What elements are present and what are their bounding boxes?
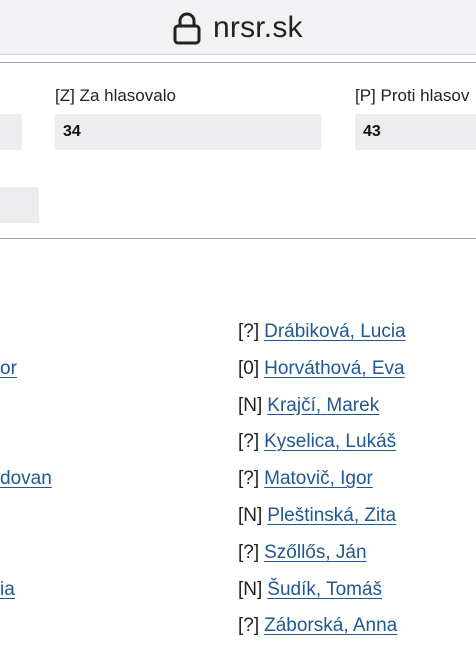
proti-label: [P] Proti hlasov xyxy=(355,86,470,105)
deputy-list-item: [0] Horváthová, Eva xyxy=(238,358,405,380)
deputy-link[interactable]: Záborská, Anna xyxy=(264,615,397,636)
deputy-list-item: [?] Drábiková, Lucia xyxy=(238,321,406,343)
deputy-list-item: [?] Matovič, Igor xyxy=(238,468,373,490)
deputy-link[interactable]: Horváthová, Eva xyxy=(264,358,404,379)
deputy-link[interactable]: Matovič, Igor xyxy=(264,468,373,489)
vote-code: [?] xyxy=(238,541,260,563)
deputy-link[interactable]: Szőllős, Ján xyxy=(264,542,366,563)
deputy-list-item: [?] Kyselica, Lukáš xyxy=(238,431,396,453)
vote-code: [N] xyxy=(238,394,263,416)
za-label: [Z] Za hlasovalo xyxy=(55,86,176,105)
deputy-list-item: [?] Záborská, Anna xyxy=(238,615,397,637)
vote-code: [?] xyxy=(238,431,260,453)
deputy-list-item: [N] Šudík, Tomáš xyxy=(238,579,382,601)
deputy-link[interactable]: Šudík, Tomáš xyxy=(267,579,382,600)
vote-code: [N] xyxy=(238,578,263,600)
deputy-list-item: [N] Krajčí, Marek xyxy=(238,395,379,417)
lock-icon xyxy=(173,12,201,45)
deputy-list-item: ia xyxy=(0,579,15,601)
vote-code: [?] xyxy=(238,468,260,490)
address-bar-content[interactable]: nrsr.sk xyxy=(173,10,303,46)
deputy-link[interactable]: Pleštinská, Zita xyxy=(267,505,396,526)
vote-code: [?] xyxy=(238,615,260,637)
deputy-link[interactable]: Drábiková, Lucia xyxy=(264,321,406,342)
domain-text: nrsr.sk xyxy=(213,11,303,44)
proti-value: 43 xyxy=(355,114,476,150)
stat-box-partial xyxy=(0,114,22,150)
deputy-link[interactable]: or xyxy=(0,358,17,379)
deputy-link[interactable]: ia xyxy=(0,579,15,600)
deputy-link[interactable]: Krajčí, Marek xyxy=(267,395,379,416)
stat-box-lower xyxy=(0,187,39,223)
za-value: 34 xyxy=(55,114,321,150)
deputy-list-item: dovan xyxy=(0,468,52,490)
deputy-list-item: [?] Szőllős, Ján xyxy=(238,542,367,564)
deputy-list-item: [N] Pleštinská, Zita xyxy=(238,505,396,527)
vote-code: [N] xyxy=(238,505,263,526)
vote-code: [0] xyxy=(238,357,260,379)
vote-code: [?] xyxy=(238,321,260,342)
vote-summary-panel: [Z] Za hlasovalo 34 [P] Proti hlasov 43 xyxy=(0,62,476,239)
deputy-list-item: or xyxy=(0,358,17,380)
deputy-link[interactable]: Kyselica, Lukáš xyxy=(264,431,396,452)
address-bar[interactable]: nrsr.sk xyxy=(0,0,476,55)
deputy-link[interactable]: dovan xyxy=(0,468,52,489)
